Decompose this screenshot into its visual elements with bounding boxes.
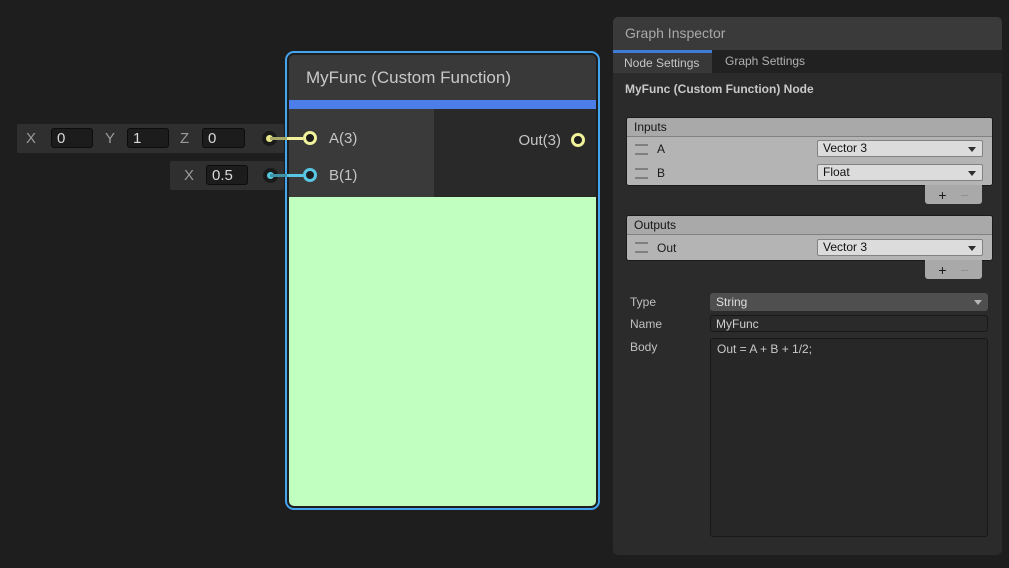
node-accent-bar bbox=[289, 100, 596, 109]
input-row-b[interactable]: B Float bbox=[627, 161, 992, 185]
input-a-name: A bbox=[657, 142, 665, 156]
port-b-label: B(1) bbox=[329, 167, 357, 184]
chevron-down-icon bbox=[974, 300, 982, 305]
drag-handle-icon[interactable] bbox=[635, 168, 648, 179]
node-preview[interactable] bbox=[289, 197, 596, 506]
z-value-field[interactable] bbox=[202, 128, 245, 148]
input-b-type-dropdown[interactable]: Float bbox=[817, 164, 983, 181]
body-label: Body bbox=[630, 338, 657, 356]
wire-float-to-port-b bbox=[287, 174, 303, 177]
port-b-connector-icon[interactable] bbox=[303, 168, 317, 182]
inspected-node-title: MyFunc (Custom Function) Node bbox=[625, 82, 814, 96]
input-b-type-value: Float bbox=[823, 165, 850, 179]
y-value-field[interactable] bbox=[127, 128, 169, 148]
graph-inspector-panel: Graph Inspector Node Settings Graph Sett… bbox=[613, 17, 1002, 555]
custom-function-node[interactable]: MyFunc (Custom Function) A(3) B(1) Out(3… bbox=[285, 51, 600, 510]
tab-graph-settings[interactable]: Graph Settings bbox=[712, 50, 819, 73]
drag-handle-icon[interactable] bbox=[635, 144, 648, 155]
z-axis-label: Z bbox=[180, 124, 189, 153]
x-value-field[interactable] bbox=[51, 128, 93, 148]
type-dropdown[interactable]: String bbox=[710, 293, 988, 311]
port-a-connector-icon[interactable] bbox=[303, 131, 317, 145]
port-a[interactable]: A(3) bbox=[303, 127, 357, 149]
float-input-widget: X bbox=[170, 161, 284, 190]
output-out-type-dropdown[interactable]: Vector 3 bbox=[817, 239, 983, 256]
input-b-name: B bbox=[657, 166, 665, 180]
port-out[interactable]: Out(3) bbox=[518, 129, 585, 151]
chevron-down-icon bbox=[968, 147, 976, 152]
inputs-section-header: Inputs bbox=[627, 118, 992, 137]
inputs-section: Inputs A Vector 3 B Float bbox=[627, 118, 992, 185]
output-out-type-value: Vector 3 bbox=[823, 240, 867, 254]
node-input-ports: A(3) B(1) bbox=[289, 109, 434, 197]
input-a-type-value: Vector 3 bbox=[823, 141, 867, 155]
type-value: String bbox=[716, 295, 747, 309]
inspector-tabs: Node Settings Graph Settings bbox=[613, 50, 1002, 73]
x-axis-label: X bbox=[26, 124, 36, 153]
port-b[interactable]: B(1) bbox=[303, 164, 357, 186]
chevron-down-icon bbox=[968, 246, 976, 251]
node-body: MyFunc (Custom Function) A(3) B(1) Out(3… bbox=[289, 55, 596, 506]
wire-vector3-outer bbox=[270, 137, 287, 140]
drag-handle-icon[interactable] bbox=[635, 242, 648, 253]
remove-input-button[interactable]: − bbox=[961, 187, 969, 203]
name-input[interactable] bbox=[710, 315, 988, 332]
wire-float-outer bbox=[270, 174, 287, 177]
chevron-down-icon bbox=[968, 171, 976, 176]
port-out-label: Out(3) bbox=[518, 132, 561, 149]
node-title: MyFunc (Custom Function) bbox=[289, 55, 596, 100]
name-label: Name bbox=[630, 315, 662, 333]
node-ports: A(3) B(1) Out(3) bbox=[289, 109, 596, 197]
vector3-input-widget: X Y Z bbox=[17, 124, 284, 153]
type-label: Type bbox=[630, 293, 656, 311]
remove-output-button[interactable]: − bbox=[961, 262, 969, 278]
float-value-field[interactable] bbox=[206, 165, 248, 185]
add-input-button[interactable]: + bbox=[938, 187, 946, 203]
outputs-list-footer: + − bbox=[925, 260, 982, 279]
inputs-list-footer: + − bbox=[925, 185, 982, 204]
node-output-ports: Out(3) bbox=[434, 109, 596, 197]
y-axis-label: Y bbox=[105, 124, 115, 153]
body-textarea[interactable]: Out = A + B + 1/2; bbox=[710, 338, 988, 537]
float-x-label: X bbox=[184, 161, 194, 190]
outputs-section: Outputs Out Vector 3 bbox=[627, 216, 992, 260]
tab-node-settings[interactable]: Node Settings bbox=[613, 50, 712, 73]
input-row-a[interactable]: A Vector 3 bbox=[627, 137, 992, 161]
output-out-name: Out bbox=[657, 241, 676, 255]
inspector-title[interactable]: Graph Inspector bbox=[613, 17, 1002, 50]
port-out-connector-icon[interactable] bbox=[571, 133, 585, 147]
outputs-section-header: Outputs bbox=[627, 216, 992, 235]
add-output-button[interactable]: + bbox=[938, 262, 946, 278]
wire-vector3-to-port-a bbox=[287, 137, 303, 140]
input-a-type-dropdown[interactable]: Vector 3 bbox=[817, 140, 983, 157]
port-a-label: A(3) bbox=[329, 130, 357, 147]
output-row-out[interactable]: Out Vector 3 bbox=[627, 235, 992, 260]
